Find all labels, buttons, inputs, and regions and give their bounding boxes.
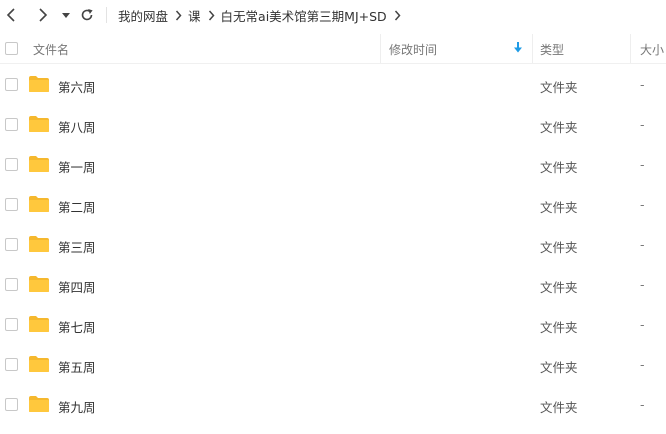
- breadcrumb: 我的网盘 课 白无常ai美术馆第三期MJ+SD: [118, 5, 407, 25]
- file-row[interactable]: 第六周 文件夹 -: [0, 65, 666, 105]
- back-button[interactable]: [2, 5, 22, 25]
- file-list-header: 文件名 修改时间 类型 大小: [0, 34, 666, 64]
- folder-icon: [29, 396, 49, 412]
- refresh-button[interactable]: [77, 5, 97, 25]
- column-divider[interactable]: [532, 34, 533, 63]
- folder-icon: [29, 276, 49, 292]
- breadcrumb-item-current-folder[interactable]: 白无常ai美术馆第三期MJ+SD: [221, 6, 387, 25]
- row-checkbox[interactable]: [5, 358, 18, 371]
- forward-button[interactable]: [32, 5, 52, 25]
- file-type: 文件夹: [540, 160, 578, 175]
- folder-icon: [29, 356, 49, 372]
- history-dropdown-button[interactable]: [56, 5, 76, 25]
- toolbar: 我的网盘 课 白无常ai美术馆第三期MJ+SD: [0, 0, 666, 30]
- chevron-left-icon: [6, 8, 15, 22]
- toolbar-divider: [106, 7, 107, 23]
- file-name[interactable]: 第一周: [58, 157, 96, 176]
- file-size: -: [640, 157, 645, 172]
- chevron-right-icon: [208, 10, 215, 21]
- caret-down-icon: [62, 13, 70, 18]
- file-type: 文件夹: [540, 400, 578, 415]
- file-size: -: [640, 197, 645, 212]
- file-name[interactable]: 第七周: [58, 317, 96, 336]
- file-size: -: [640, 397, 645, 412]
- file-size: -: [640, 277, 645, 292]
- file-row[interactable]: 第五周 文件夹 -: [0, 345, 666, 385]
- file-name[interactable]: 第九周: [58, 397, 96, 416]
- column-header-name[interactable]: 文件名: [33, 41, 69, 58]
- folder-icon: [29, 236, 49, 252]
- row-checkbox[interactable]: [5, 398, 18, 411]
- sort-descending-icon[interactable]: [514, 42, 522, 56]
- file-name[interactable]: 第三周: [58, 237, 96, 256]
- file-row[interactable]: 第三周 文件夹 -: [0, 225, 666, 265]
- chevron-right-icon[interactable]: [394, 10, 401, 21]
- file-row[interactable]: 第九周 文件夹 -: [0, 385, 666, 425]
- row-checkbox[interactable]: [5, 158, 18, 171]
- file-name[interactable]: 第四周: [58, 277, 96, 296]
- folder-icon: [29, 156, 49, 172]
- file-row[interactable]: 第一周 文件夹 -: [0, 145, 666, 185]
- breadcrumb-item-my-drive[interactable]: 我的网盘: [118, 6, 168, 25]
- row-checkbox[interactable]: [5, 78, 18, 91]
- select-all-checkbox[interactable]: [5, 42, 18, 55]
- file-type: 文件夹: [540, 240, 578, 255]
- file-row[interactable]: 第二周 文件夹 -: [0, 185, 666, 225]
- folder-icon: [29, 76, 49, 92]
- column-header-modified[interactable]: 修改时间: [389, 41, 437, 58]
- file-name[interactable]: 第二周: [58, 197, 96, 216]
- refresh-icon: [81, 9, 93, 21]
- row-checkbox[interactable]: [5, 238, 18, 251]
- file-size: -: [640, 317, 645, 332]
- chevron-right-icon: [39, 8, 48, 22]
- breadcrumb-item-course[interactable]: 课: [188, 6, 201, 25]
- file-row[interactable]: 第八周 文件夹 -: [0, 105, 666, 145]
- row-checkbox[interactable]: [5, 198, 18, 211]
- row-checkbox[interactable]: [5, 118, 18, 131]
- file-size: -: [640, 237, 645, 252]
- file-row[interactable]: 第七周 文件夹 -: [0, 305, 666, 345]
- chevron-right-icon: [175, 10, 182, 21]
- file-name[interactable]: 第六周: [58, 77, 96, 96]
- file-type: 文件夹: [540, 200, 578, 215]
- folder-icon: [29, 196, 49, 212]
- file-type: 文件夹: [540, 80, 578, 95]
- folder-icon: [29, 316, 49, 332]
- file-name[interactable]: 第五周: [58, 357, 96, 376]
- column-header-size[interactable]: 大小: [640, 41, 664, 58]
- column-header-type[interactable]: 类型: [540, 41, 564, 58]
- file-type: 文件夹: [540, 360, 578, 375]
- file-name[interactable]: 第八周: [58, 117, 96, 136]
- file-type: 文件夹: [540, 280, 578, 295]
- file-row[interactable]: 第四周 文件夹 -: [0, 265, 666, 305]
- file-type: 文件夹: [540, 320, 578, 335]
- row-checkbox[interactable]: [5, 318, 18, 331]
- file-type: 文件夹: [540, 120, 578, 135]
- file-size: -: [640, 117, 645, 132]
- column-divider[interactable]: [630, 34, 631, 63]
- file-size: -: [640, 357, 645, 372]
- column-divider[interactable]: [380, 34, 381, 63]
- row-checkbox[interactable]: [5, 278, 18, 291]
- folder-icon: [29, 116, 49, 132]
- file-size: -: [640, 77, 645, 92]
